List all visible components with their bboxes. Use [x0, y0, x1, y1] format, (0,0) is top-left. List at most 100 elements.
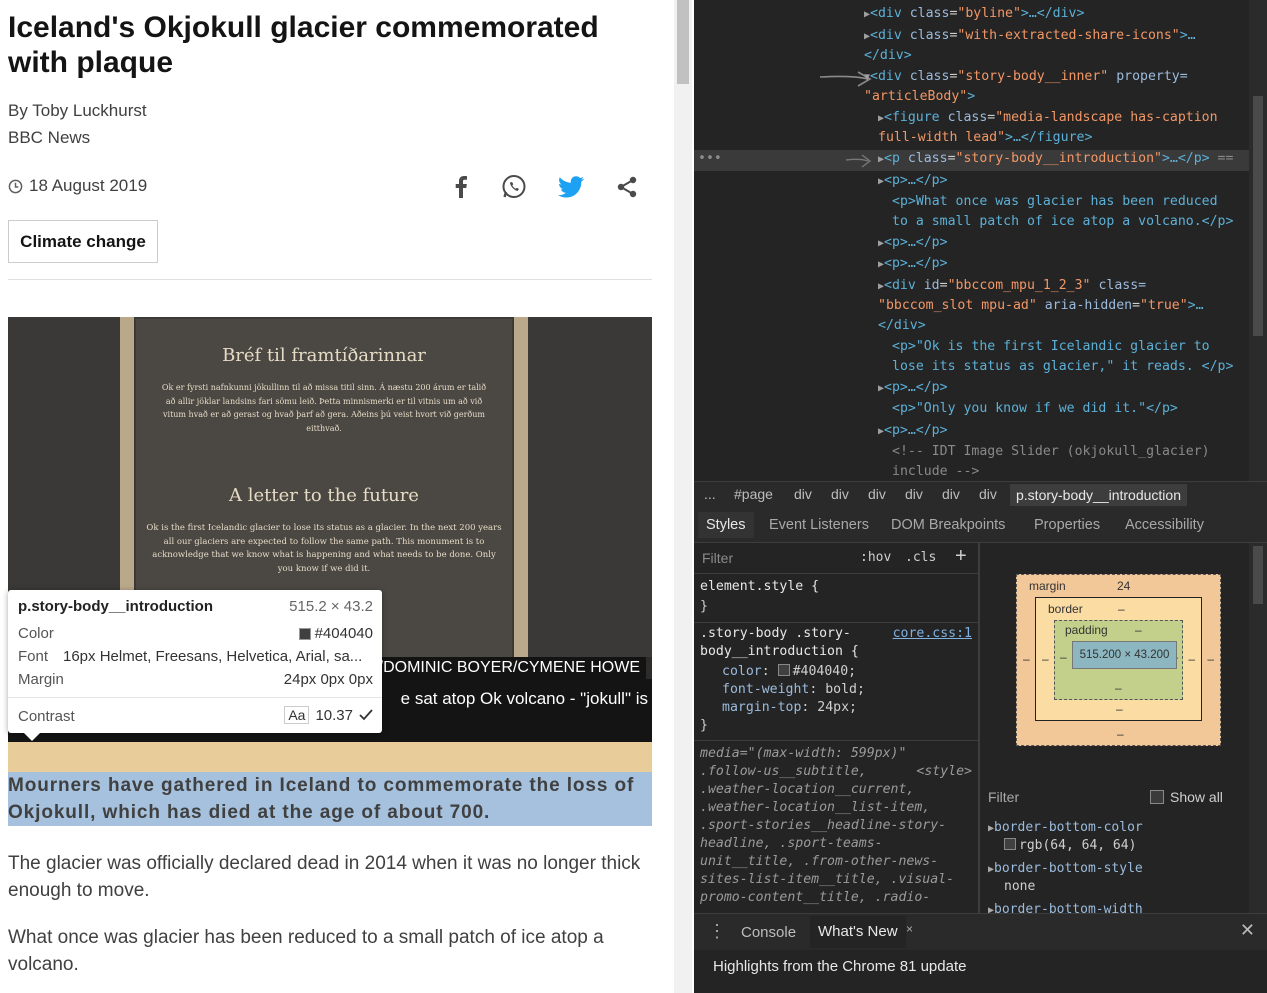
css-declaration-color[interactable]: color: #404040; [722, 664, 856, 679]
body-paragraph: The glacier was officially declared dead… [8, 853, 641, 901]
tab-event-listeners[interactable]: Event Listeners [769, 517, 869, 533]
media-rule-selector[interactable]: .weather-location__current, [700, 782, 914, 797]
media-rule-selector[interactable]: .follow-us__subtitle, [700, 764, 867, 779]
facebook-icon[interactable] [446, 172, 476, 202]
box-model-border-bottom[interactable]: – [1116, 702, 1123, 716]
article-pane: Iceland's Okjokull glacier commemorated … [0, 0, 674, 993]
dom-node-story-body-introduction[interactable]: ▶<p class="story-body__introduction">…</… [878, 151, 1233, 166]
computed-property[interactable]: ▶border-bottom-style [988, 861, 1143, 876]
box-model-margin-bottom[interactable]: – [1117, 727, 1124, 741]
dom-node[interactable]: ▶<p>…</p> [878, 173, 948, 188]
element-style-selector[interactable]: element.style { [700, 579, 819, 594]
computed-property[interactable]: ▶border-bottom-color [988, 820, 1143, 835]
new-rule-button[interactable]: + [955, 545, 967, 568]
dom-node[interactable]: <p>What once was glacier has been reduce… [892, 194, 1218, 209]
box-model-padding-bottom[interactable]: – [1115, 681, 1122, 695]
tab-whats-new[interactable]: What's New [810, 916, 906, 948]
tab-accessibility[interactable]: Accessibility [1125, 517, 1204, 533]
dom-node-figure[interactable]: ▶<figure class="media-landscape has-capt… [878, 110, 1218, 125]
hov-toggle-button[interactable]: :hov [860, 550, 891, 565]
rule-selector-continued[interactable]: body__introduction { [700, 644, 859, 659]
checkbox-box[interactable] [1150, 790, 1164, 804]
body-paragraph: What once was glacier has been reduced t… [8, 927, 604, 975]
dom-node[interactable]: ▶<p>…</p> [878, 380, 948, 395]
dom-node[interactable]: ▶<p>…</p> [878, 235, 948, 250]
dom-node-story-body-inner[interactable]: ▼<div class="story-body__inner" property… [864, 69, 1188, 84]
media-rule-selector[interactable]: .sport-stories__headline-story- [700, 818, 946, 833]
dom-row-menu-icon[interactable]: ••• [698, 151, 722, 166]
dom-node[interactable]: ▶<p>…</p> [878, 256, 948, 271]
share-icon[interactable] [612, 172, 642, 202]
media-rule-selector[interactable]: .weather-location__list-item, [700, 800, 930, 815]
drawer-menu-icon[interactable]: ⋮ [708, 921, 726, 942]
story-body-introduction: Mourners have gathered in Iceland to com… [8, 772, 652, 826]
box-model-content-size[interactable]: 515.200 × 43.200 [1072, 641, 1177, 669]
media-query: media="(max-width: 599px)" [700, 746, 907, 761]
css-declaration-margin-top[interactable]: margin-top: 24px; [722, 700, 857, 715]
css-close-brace: } [700, 718, 708, 733]
topic-tag-climate-change[interactable]: Climate change [8, 220, 158, 263]
box-model-padding-left[interactable]: – [1060, 650, 1067, 664]
dom-tree-scrollbar-thumb[interactable] [1253, 96, 1263, 336]
close-drawer-icon[interactable]: ✕ [1240, 920, 1255, 941]
box-model-border-right[interactable]: – [1188, 652, 1195, 666]
breadcrumb-item[interactable]: div [868, 486, 886, 502]
twitter-icon[interactable] [556, 172, 586, 202]
tab-console[interactable]: Console [741, 924, 796, 941]
dom-node[interactable]: ▶<div class="byline">…</div> [864, 6, 1084, 21]
breadcrumb-item[interactable]: div [905, 486, 923, 502]
show-all-checkbox[interactable]: Show all [1150, 789, 1223, 805]
dom-node[interactable]: ▶<p>…</p> [878, 423, 948, 438]
styles-pane: Filter :hov .cls + element.style { } .st… [694, 543, 978, 913]
photo-credit: /DOMINIC BOYER/CYMENE HOWE [372, 657, 646, 679]
tooltip-contrast-label: Contrast [18, 708, 75, 725]
media-rule-selector[interactable]: headline, .sport-teams- [700, 836, 883, 851]
media-rule-selector[interactable]: sites-list-item__title, .visual- [700, 872, 954, 887]
box-model-margin-left[interactable]: – [1023, 652, 1030, 666]
breadcrumb-item[interactable]: div [794, 486, 812, 502]
computed-scrollbar[interactable] [1249, 543, 1267, 913]
pointer-arrow-icon [845, 154, 872, 168]
close-tab-icon[interactable]: × [906, 922, 913, 936]
stylesheet-link[interactable]: core.css:1 [893, 626, 972, 641]
tab-styles[interactable]: Styles [698, 512, 754, 538]
tab-properties[interactable]: Properties [1034, 517, 1100, 533]
breadcrumb-item[interactable]: div [942, 486, 960, 502]
breadcrumb: ... #page div div div div div div p.stor… [694, 481, 1267, 508]
dom-comment[interactable]: <!-- IDT Image Slider (okjokull_glacier) [892, 444, 1210, 459]
dom-tree-scrollbar[interactable] [1249, 0, 1267, 481]
dom-node[interactable]: <p>"Only you know if we did it."</p> [892, 401, 1178, 416]
dom-node[interactable]: </div> [864, 48, 912, 63]
computed-property[interactable]: ▶border-bottom-width [988, 902, 1143, 913]
tooltip-divider [8, 697, 382, 698]
style-tag-link[interactable]: <style> [916, 764, 972, 779]
media-rule-selector[interactable]: unit__title, .from-other-news- [700, 854, 938, 869]
dom-node[interactable]: ▶<div class="with-extracted-share-icons"… [864, 28, 1196, 43]
cls-toggle-button[interactable]: .cls [905, 550, 936, 565]
breadcrumb-item[interactable]: #page [734, 486, 773, 502]
breadcrumb-item-active[interactable]: p.story-body__introduction [1010, 484, 1187, 506]
computed-filter-input[interactable]: Filter [988, 789, 1019, 805]
media-rule-selector[interactable]: promo-content__title, .radio- [700, 890, 930, 905]
breadcrumb-item[interactable]: div [831, 486, 849, 502]
page-scrollbar[interactable] [674, 0, 692, 993]
box-model-border-value[interactable]: – [1118, 602, 1125, 616]
rule-selector[interactable]: .story-body .story- [700, 626, 851, 641]
box-model-border-left[interactable]: – [1042, 652, 1049, 666]
breadcrumb-item[interactable]: div [979, 486, 997, 502]
color-swatch[interactable] [777, 664, 790, 676]
publish-date: 18 August 2019 [29, 176, 148, 195]
box-model-margin-right[interactable]: – [1207, 652, 1214, 666]
whatsapp-icon[interactable] [499, 172, 529, 202]
styles-filter-input[interactable]: Filter [702, 550, 733, 566]
tab-dom-breakpoints[interactable]: DOM Breakpoints [891, 517, 1005, 533]
dom-node-ad-slot[interactable]: ▶<div id="bbccom_mpu_1_2_3" class= [878, 278, 1146, 293]
css-declaration-font-weight[interactable]: font-weight: bold; [722, 682, 865, 697]
box-model-padding-value[interactable]: – [1135, 623, 1142, 637]
dom-node[interactable]: <p>"Ok is the first Icelandic glacier to [892, 339, 1210, 354]
computed-value: rgb(64, 64, 64) [1004, 838, 1136, 853]
box-model-margin-value[interactable]: 24 [1117, 579, 1130, 593]
page-scrollbar-thumb[interactable] [677, 0, 689, 84]
breadcrumb-item[interactable]: ... [704, 486, 716, 502]
computed-scrollbar-thumb[interactable] [1253, 546, 1263, 604]
